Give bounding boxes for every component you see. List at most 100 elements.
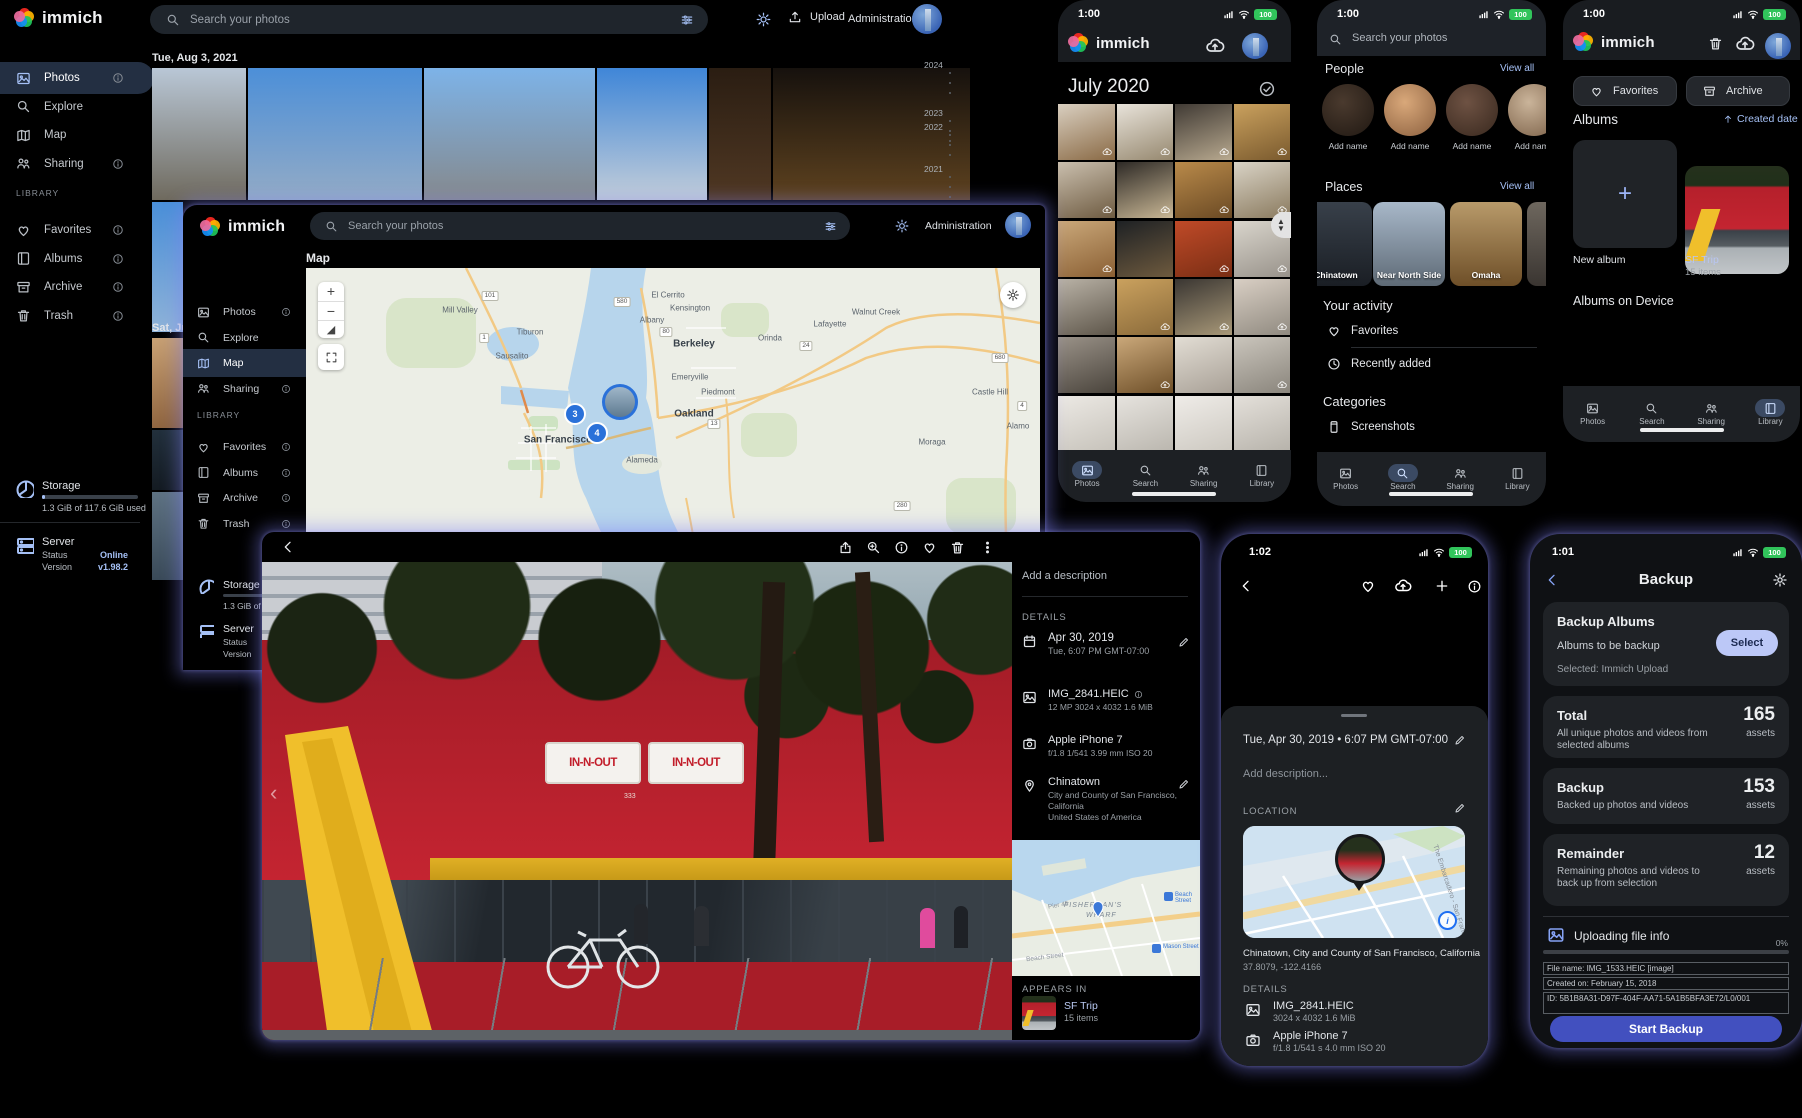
place-card[interactable]: Chinatown bbox=[1317, 202, 1372, 286]
photo-grid-tile[interactable] bbox=[1175, 221, 1232, 277]
add-description-field[interactable]: Add description... bbox=[1243, 768, 1328, 780]
photo-thumbnail[interactable] bbox=[152, 430, 183, 490]
sidebar-item-map[interactable]: Map bbox=[183, 349, 319, 377]
fullscreen-button[interactable] bbox=[318, 344, 344, 370]
album-thumb[interactable] bbox=[1022, 996, 1056, 1030]
zoom-in-button[interactable]: + bbox=[318, 282, 344, 302]
search-filter-icon[interactable] bbox=[680, 13, 694, 27]
photo-grid-tile[interactable] bbox=[1234, 337, 1291, 393]
edit-date-icon[interactable] bbox=[1178, 636, 1190, 648]
photo-viewer[interactable]: IN-N-OUT IN-N-OUT 333 ‹ bbox=[262, 562, 1012, 1040]
nav-item-photos[interactable]: Photos bbox=[1323, 467, 1369, 491]
zoom-icon[interactable] bbox=[866, 540, 881, 555]
face-avatar[interactable] bbox=[1508, 84, 1546, 136]
location-map[interactable]: The Embarcadero - San Francisco Ferry i bbox=[1243, 826, 1465, 938]
photo-thumbnail[interactable] bbox=[709, 68, 771, 200]
add-name-label[interactable]: Add name bbox=[1453, 141, 1492, 151]
sidebar-item-photos[interactable]: Photos bbox=[0, 62, 154, 94]
search-bar[interactable]: Search your photos bbox=[310, 212, 850, 240]
info-icon[interactable] bbox=[112, 281, 124, 293]
nav-item-search[interactable]: Search bbox=[1122, 464, 1168, 488]
upload-cloud-icon[interactable] bbox=[1394, 577, 1412, 595]
administration-link[interactable]: Administration bbox=[848, 13, 918, 25]
info-icon[interactable] bbox=[281, 442, 291, 452]
photo-grid-tile[interactable] bbox=[1117, 337, 1174, 393]
recently-added-item[interactable]: Recently added bbox=[1351, 358, 1431, 370]
photo-grid-tile[interactable] bbox=[1058, 104, 1115, 160]
immich-logo[interactable]: immich bbox=[14, 8, 103, 28]
user-avatar[interactable] bbox=[1242, 33, 1268, 59]
photo-grid-tile[interactable] bbox=[1175, 337, 1232, 393]
upload-button[interactable]: Upload bbox=[788, 10, 845, 24]
photo-thumbnail[interactable] bbox=[248, 68, 422, 200]
edit-date-icon[interactable] bbox=[1454, 734, 1466, 746]
sidebar-item-photos[interactable]: Photos bbox=[183, 298, 319, 326]
trash-icon[interactable] bbox=[1708, 36, 1723, 51]
theme-toggle-icon[interactable] bbox=[756, 12, 771, 27]
sort-created-date[interactable]: Created date bbox=[1723, 113, 1798, 125]
sidebar-item-favorites[interactable]: Favorites bbox=[183, 433, 319, 461]
map-cluster-marker[interactable]: 4 bbox=[586, 422, 608, 444]
administration-link[interactable]: Administration bbox=[925, 220, 992, 232]
start-backup-button[interactable]: Start Backup bbox=[1550, 1016, 1782, 1042]
photo-grid-tile[interactable] bbox=[1117, 221, 1174, 277]
map-photo-marker[interactable] bbox=[1335, 834, 1385, 884]
favorite-icon[interactable] bbox=[922, 540, 937, 555]
favorites-item[interactable]: Favorites bbox=[1351, 325, 1398, 337]
add-name-label[interactable]: Add name bbox=[1391, 141, 1430, 151]
search-placeholder[interactable]: Search your photos bbox=[1352, 32, 1447, 44]
sidebar-item-trash[interactable]: Trash bbox=[0, 300, 154, 332]
info-icon[interactable] bbox=[112, 224, 124, 236]
nav-item-search[interactable]: Search bbox=[1629, 402, 1675, 426]
search-bar[interactable]: Search your photos bbox=[150, 5, 708, 34]
backup-cloud-icon[interactable] bbox=[1205, 36, 1225, 56]
settings-gear-icon[interactable] bbox=[1772, 572, 1788, 588]
info-icon[interactable] bbox=[281, 519, 291, 529]
photo-thumbnail[interactable] bbox=[424, 68, 595, 200]
drag-handle[interactable] bbox=[1341, 714, 1367, 717]
timeline-year[interactable]: 2023 bbox=[924, 108, 943, 118]
add-to-icon[interactable] bbox=[1434, 578, 1450, 594]
photo-grid-tile[interactable] bbox=[1058, 337, 1115, 393]
info-icon[interactable] bbox=[112, 158, 124, 170]
sidebar-item-sharing[interactable]: Sharing bbox=[183, 375, 319, 403]
place-card[interactable]: Near North Side bbox=[1373, 202, 1445, 286]
map-cluster-marker[interactable]: 3 bbox=[564, 403, 586, 425]
info-icon[interactable] bbox=[894, 540, 909, 555]
delete-icon[interactable] bbox=[950, 540, 965, 555]
nav-item-library[interactable]: Library bbox=[1239, 464, 1285, 488]
photo-grid-tile[interactable] bbox=[1175, 279, 1232, 335]
back-icon[interactable] bbox=[1238, 578, 1254, 594]
sidebar-item-albums[interactable]: Albums bbox=[0, 243, 154, 275]
share-icon[interactable] bbox=[838, 540, 853, 555]
more-options-icon[interactable] bbox=[980, 540, 995, 555]
person-face[interactable]: Add name bbox=[1322, 84, 1374, 151]
backup-cloud-icon[interactable] bbox=[1735, 34, 1755, 54]
photo-thumbnail[interactable] bbox=[597, 68, 707, 200]
select-all-icon[interactable] bbox=[1258, 80, 1276, 98]
user-avatar[interactable] bbox=[912, 4, 942, 34]
sidebar-item-map[interactable]: Map bbox=[0, 119, 154, 151]
photo-grid-tile[interactable] bbox=[1234, 104, 1291, 160]
album-title[interactable]: SF Trip bbox=[1064, 1000, 1098, 1012]
info-icon[interactable] bbox=[112, 310, 124, 322]
nav-item-sharing[interactable]: Sharing bbox=[1181, 464, 1227, 488]
info-icon[interactable] bbox=[281, 384, 291, 394]
select-button[interactable]: Select bbox=[1716, 630, 1778, 656]
file-info-icon[interactable] bbox=[1134, 690, 1143, 699]
screenshots-item[interactable]: Screenshots bbox=[1351, 421, 1415, 433]
nav-item-photos[interactable]: Photos bbox=[1570, 402, 1616, 426]
map-zoom-controls[interactable]: + − ◢ bbox=[318, 282, 344, 338]
new-album-card[interactable]: + bbox=[1573, 140, 1677, 248]
zoom-out-button[interactable]: − bbox=[318, 302, 344, 321]
person-face[interactable]: Add name bbox=[1446, 84, 1498, 151]
back-icon[interactable] bbox=[280, 539, 296, 555]
user-avatar[interactable] bbox=[1765, 33, 1791, 59]
favorites-chip[interactable]: Favorites bbox=[1573, 76, 1677, 106]
sidebar-item-sharing[interactable]: Sharing bbox=[0, 148, 154, 180]
nav-item-search[interactable]: Search bbox=[1380, 467, 1426, 491]
nav-item-sharing[interactable]: Sharing bbox=[1688, 402, 1734, 426]
map-photo-marker[interactable] bbox=[602, 384, 638, 420]
map-info-icon[interactable]: i bbox=[1438, 911, 1457, 930]
photo-grid-tile[interactable] bbox=[1117, 396, 1174, 452]
